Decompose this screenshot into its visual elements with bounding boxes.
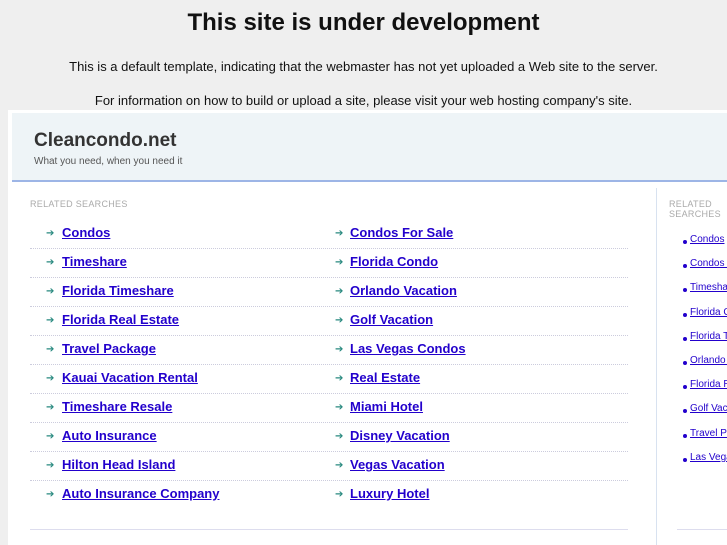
related-search-link[interactable]: Miami Hotel — [350, 399, 423, 414]
arrow-icon: ➔ — [46, 373, 55, 384]
sidebar-search-link[interactable]: Las Vegas Condos — [690, 452, 727, 463]
bullet-icon — [683, 385, 687, 390]
bullet-icon — [683, 312, 687, 317]
related-search-link[interactable]: Florida Timeshare — [62, 283, 174, 298]
related-search-link[interactable]: Hilton Head Island — [62, 457, 175, 472]
sidebar-search-link[interactable]: Travel Package — [690, 428, 727, 439]
site-tagline: What you need, when you need it — [34, 156, 183, 167]
link-row: ➔ Hilton Head Island ➔ Vegas Vacation — [30, 452, 628, 481]
column-divider — [656, 188, 657, 545]
related-search-link[interactable]: Golf Vacation — [350, 312, 433, 327]
link-row: ➔ Timeshare Resale ➔ Miami Hotel — [30, 394, 628, 423]
bullet-icon — [683, 409, 687, 414]
link-row: ➔ Florida Timeshare ➔ Orlando Vacation — [30, 278, 628, 307]
site-name: Cleancondo.net — [34, 130, 177, 151]
arrow-icon: ➔ — [46, 431, 55, 442]
site-header: Cleancondo.net What you need, when you n… — [12, 113, 727, 182]
arrow-icon: ➔ — [46, 315, 55, 326]
page-title: This site is under development — [187, 9, 540, 36]
sidebar-heading: RELATED SEARCHES — [669, 199, 721, 219]
arrow-icon: ➔ — [335, 257, 344, 268]
sidebar-search-link[interactable]: Florida Condo — [690, 307, 727, 318]
link-row: ➔ Florida Real Estate ➔ Golf Vacation — [30, 307, 628, 336]
sidebar-search-link[interactable]: Condos — [690, 234, 724, 245]
bullet-icon — [683, 433, 687, 438]
arrow-icon: ➔ — [46, 402, 55, 413]
arrow-icon: ➔ — [46, 344, 55, 355]
related-search-link[interactable]: Florida Condo — [350, 254, 438, 269]
bullet-icon — [683, 361, 687, 365]
bullet-icon — [683, 336, 687, 341]
divider — [30, 529, 628, 530]
sidebar-related-searches: RELATED SEARCHES Condos Condos For Sale Ti… — [660, 188, 727, 545]
related-search-link[interactable]: Real Estate — [350, 370, 420, 385]
link-row: ➔ Auto Insurance Company ➔ Luxury Hotel — [30, 481, 628, 510]
arrow-icon: ➔ — [46, 228, 55, 239]
related-search-link[interactable]: Florida Real Estate — [62, 312, 179, 327]
related-search-link[interactable]: Las Vegas Condos — [350, 341, 466, 356]
arrow-icon: ➔ — [46, 286, 55, 297]
sidebar-search-link[interactable]: Condos For Sale — [690, 258, 727, 269]
arrow-icon: ➔ — [335, 286, 344, 297]
arrow-icon: ➔ — [335, 373, 344, 384]
related-search-link[interactable]: Kauai Vacation Rental — [62, 370, 198, 385]
arrow-icon: ➔ — [335, 460, 344, 471]
related-search-link[interactable]: Disney Vacation — [350, 428, 450, 443]
bullet-icon — [683, 288, 687, 293]
sidebar-search-link[interactable]: Orlando Vacation — [690, 355, 727, 366]
arrow-icon: ➔ — [335, 402, 344, 413]
related-search-link[interactable]: Vegas Vacation — [350, 457, 445, 472]
link-row: ➔ Travel Package ➔ Las Vegas Condos — [30, 336, 628, 365]
link-row: ➔ Kauai Vacation Rental ➔ Real Estate — [30, 365, 628, 394]
related-search-link[interactable]: Condos For Sale — [350, 225, 453, 240]
arrow-icon: ➔ — [335, 228, 344, 239]
bullet-icon — [683, 457, 687, 462]
related-search-link[interactable]: Luxury Hotel — [350, 486, 429, 501]
sidebar-search-link[interactable]: Florida Timeshare — [690, 331, 727, 342]
hosting-info-message: For information on how to build or uploa… — [94, 93, 633, 108]
link-row: ➔ Condos ➔ Condos For Sale — [30, 220, 628, 249]
arrow-icon: ➔ — [46, 489, 55, 500]
related-search-link[interactable]: Auto Insurance — [62, 428, 157, 443]
link-row: ➔ Timeshare ➔ Florida Condo — [30, 249, 628, 278]
arrow-icon: ➔ — [335, 431, 344, 442]
related-search-link[interactable]: Timeshare — [62, 254, 127, 269]
arrow-icon: ➔ — [46, 257, 55, 268]
sidebar-search-link[interactable]: Timeshare — [690, 282, 727, 293]
related-search-link[interactable]: Travel Package — [62, 341, 156, 356]
related-search-link[interactable]: Auto Insurance Company — [62, 486, 219, 501]
arrow-icon: ➔ — [335, 489, 344, 500]
parked-page-panel: Cleancondo.net What you need, when you n… — [8, 110, 727, 545]
bullet-icon — [683, 264, 687, 269]
arrow-icon: ➔ — [335, 344, 344, 355]
arrow-icon: ➔ — [46, 460, 55, 471]
link-row: ➔ Auto Insurance ➔ Disney Vacation — [30, 423, 628, 452]
sidebar-search-link[interactable]: Florida Real Estate — [690, 379, 727, 390]
related-search-link[interactable]: Timeshare Resale — [62, 399, 172, 414]
default-template-message: This is a default template, indicating t… — [69, 59, 658, 74]
related-searches-heading: RELATED SEARCHES — [30, 199, 128, 209]
arrow-icon: ➔ — [335, 315, 344, 326]
related-search-link[interactable]: Orlando Vacation — [350, 283, 457, 298]
sidebar-search-link[interactable]: Golf Vacation — [690, 403, 727, 414]
related-search-link[interactable]: Condos — [62, 225, 110, 240]
divider — [677, 529, 727, 530]
bullet-icon — [683, 240, 687, 244]
